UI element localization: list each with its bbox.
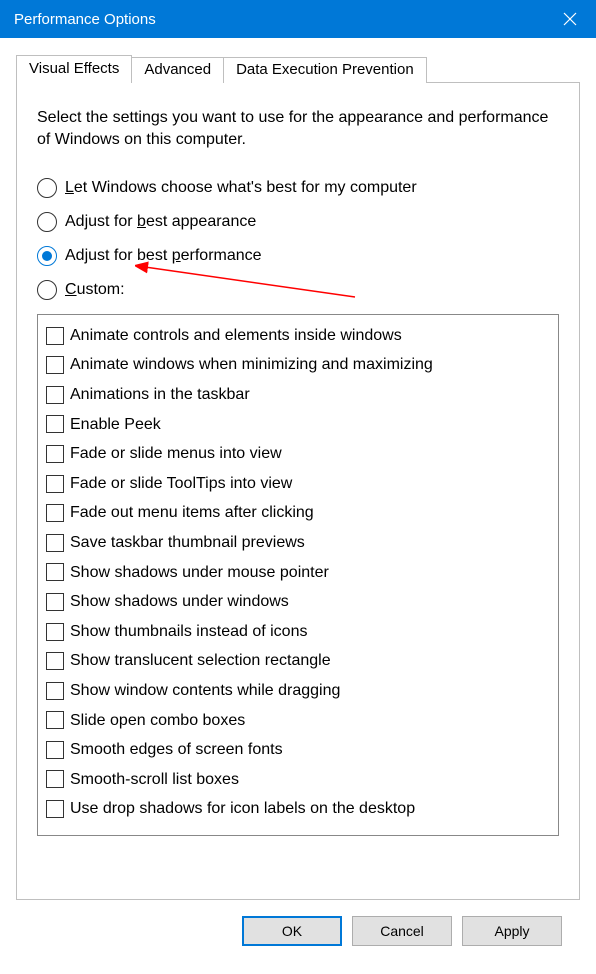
tab-advanced[interactable]: Advanced [131,57,224,83]
check-item[interactable]: Show shadows under mouse pointer [42,558,554,588]
check-item[interactable]: Fade or slide ToolTips into view [42,469,554,499]
window-title: Performance Options [14,11,156,28]
check-item[interactable]: Animate windows when minimizing and maxi… [42,350,554,380]
check-item[interactable]: Show window contents while dragging [42,676,554,706]
tab-dep[interactable]: Data Execution Prevention [223,57,427,83]
check-label: Fade out menu items after clicking [70,500,314,526]
checkbox-icon [46,327,64,345]
checkbox-icon [46,386,64,404]
effects-listbox[interactable]: Animate controls and elements inside win… [37,314,559,836]
tab-strip: Visual Effects Advanced Data Execution P… [16,55,580,83]
radio-icon [37,280,57,300]
check-item[interactable]: Show shadows under windows [42,587,554,617]
check-label: Smooth edges of screen fonts [70,737,283,763]
check-label: Enable Peek [70,412,161,438]
checkbox-icon [46,711,64,729]
intro-text: Select the settings you want to use for … [37,107,559,152]
tab-visual-effects[interactable]: Visual Effects [16,55,132,83]
tab-panel-visual-effects: Select the settings you want to use for … [16,82,580,900]
check-label: Smooth-scroll list boxes [70,767,239,793]
radio-icon [37,246,57,266]
check-item[interactable]: Use drop shadows for icon labels on the … [42,794,554,824]
check-label: Show thumbnails instead of icons [70,619,307,645]
checkbox-icon [46,504,64,522]
radio-label: Adjust for best performance [65,247,262,265]
checkbox-icon [46,593,64,611]
check-label: Show shadows under mouse pointer [70,560,329,586]
titlebar[interactable]: Performance Options [0,0,596,38]
radio-best-appearance[interactable]: Adjust for best appearance [37,212,559,232]
radio-label: Let Windows choose what's best for my co… [65,179,417,197]
check-item[interactable]: Show thumbnails instead of icons [42,617,554,647]
check-label: Show window contents while dragging [70,678,340,704]
radio-let-windows[interactable]: Let Windows choose what's best for my co… [37,178,559,198]
radio-icon [37,212,57,232]
ok-button[interactable]: OK [242,916,342,946]
checkbox-icon [46,475,64,493]
checkbox-icon [46,652,64,670]
check-item[interactable]: Fade or slide menus into view [42,439,554,469]
checkbox-icon [46,800,64,818]
check-label: Save taskbar thumbnail previews [70,530,305,556]
radio-icon [37,178,57,198]
radio-custom[interactable]: Custom: [37,280,559,300]
check-label: Animate windows when minimizing and maxi… [70,352,433,378]
check-item[interactable]: Enable Peek [42,410,554,440]
check-item[interactable]: Show translucent selection rectangle [42,646,554,676]
check-item[interactable]: Save taskbar thumbnail previews [42,528,554,558]
checkbox-icon [46,356,64,374]
check-item[interactable]: Smooth-scroll list boxes [42,765,554,795]
radio-label: Custom: [65,281,125,299]
check-label: Show shadows under windows [70,589,289,615]
close-icon [563,12,577,26]
check-label: Show translucent selection rectangle [70,648,331,674]
checkbox-icon [46,534,64,552]
check-label: Use drop shadows for icon labels on the … [70,796,415,822]
check-label: Slide open combo boxes [70,708,245,734]
check-item[interactable]: Slide open combo boxes [42,706,554,736]
check-label: Fade or slide ToolTips into view [70,471,292,497]
checkbox-icon [46,415,64,433]
check-item[interactable]: Animations in the taskbar [42,380,554,410]
checkbox-icon [46,445,64,463]
check-label: Fade or slide menus into view [70,441,282,467]
checkbox-icon [46,770,64,788]
radio-best-performance[interactable]: Adjust for best performance [37,246,559,266]
radio-label: Adjust for best appearance [65,213,256,231]
cancel-button[interactable]: Cancel [352,916,452,946]
check-item[interactable]: Smooth edges of screen fonts [42,735,554,765]
check-label: Animations in the taskbar [70,382,250,408]
dialog-button-row: OK Cancel Apply [16,900,580,946]
checkbox-icon [46,682,64,700]
apply-button[interactable]: Apply [462,916,562,946]
check-label: Animate controls and elements inside win… [70,323,402,349]
check-item[interactable]: Animate controls and elements inside win… [42,321,554,351]
close-button[interactable] [544,0,596,38]
checkbox-icon [46,623,64,641]
checkbox-icon [46,741,64,759]
check-item[interactable]: Fade out menu items after clicking [42,498,554,528]
checkbox-icon [46,563,64,581]
